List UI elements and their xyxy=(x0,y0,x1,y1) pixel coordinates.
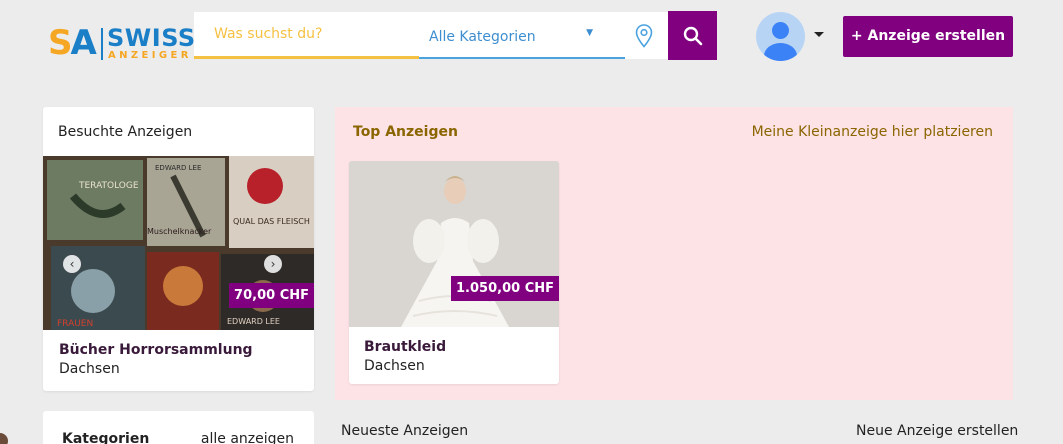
avatar-head xyxy=(772,22,789,39)
floating-avatar[interactable] xyxy=(0,433,8,444)
avatar-body xyxy=(764,43,797,61)
carousel-prev-icon[interactable]: ‹ xyxy=(63,255,81,273)
visited-ad-price: 70,00 CHF xyxy=(229,283,314,308)
book-label-3: QUAL DAS FLEISCH xyxy=(233,217,310,226)
visited-ad-title[interactable]: Bücher Horrorsammlung xyxy=(59,342,253,358)
newest-ads-title: Neueste Anzeigen xyxy=(341,423,469,439)
book-label-4: Muschelknacker xyxy=(147,227,212,236)
location-pin-icon[interactable] xyxy=(635,24,653,48)
site-logo[interactable]: SA SWISS ANZEIGER xyxy=(48,23,195,66)
visited-ad-location: Dachsen xyxy=(59,361,120,377)
book-label-6: EDWARD LEE xyxy=(227,317,280,326)
categories-card: Kategorien alle anzeigen xyxy=(43,411,314,444)
top-ad-image[interactable] xyxy=(349,161,559,327)
place-ad-link[interactable]: Meine Kleinanzeige hier platzieren xyxy=(752,124,993,140)
logo-swiss: SWISS xyxy=(107,24,196,52)
caret-down-icon: ▼ xyxy=(586,28,593,38)
logo-anzeiger: ANZEIGER xyxy=(108,50,192,61)
category-select[interactable]: Alle Kategorien ▼ xyxy=(419,12,625,59)
book-label-2: EDWARD LEE xyxy=(155,164,201,172)
top-ads-section: Top Anzeigen Meine Kleinanzeige hier pla… xyxy=(335,107,1013,400)
visited-ads-title: Besuchte Anzeigen xyxy=(58,124,193,140)
logo-divider xyxy=(101,28,103,60)
logo-sa: SA xyxy=(48,23,97,63)
top-ads-title: Top Anzeigen xyxy=(353,124,458,140)
visited-ads-card: Besuchte Anzeigen TERATOLOGE EDWARD LEE … xyxy=(43,107,314,391)
top-ad-price: 1.050,00 CHF xyxy=(451,276,559,301)
top-ad-location: Dachsen xyxy=(364,358,425,374)
categories-title: Kategorien xyxy=(62,431,150,444)
book-label-1: TERATOLOGE xyxy=(78,181,139,191)
top-ad-card[interactable]: 1.050,00 CHF Brautkleid Dachsen xyxy=(349,161,559,384)
search-bar: Alle Kategorien ▼ xyxy=(194,12,668,59)
new-ad-link[interactable]: Neue Anzeige erstellen xyxy=(856,423,1018,439)
top-ad-title[interactable]: Brautkleid xyxy=(364,339,446,355)
search-input[interactable] xyxy=(194,12,419,59)
carousel-next-icon[interactable]: › xyxy=(264,255,282,273)
book-label-5: FRAUEN xyxy=(57,319,93,329)
wedding-dress-photo xyxy=(349,161,559,327)
category-select-value: Alle Kategorien xyxy=(429,29,536,45)
create-ad-button[interactable]: + Anzeige erstellen xyxy=(843,16,1013,57)
search-button[interactable] xyxy=(668,11,717,60)
search-icon xyxy=(683,26,702,45)
avatar-caret-icon[interactable] xyxy=(814,32,824,37)
all-categories-link[interactable]: alle anzeigen xyxy=(201,431,294,444)
user-avatar[interactable] xyxy=(756,12,805,61)
